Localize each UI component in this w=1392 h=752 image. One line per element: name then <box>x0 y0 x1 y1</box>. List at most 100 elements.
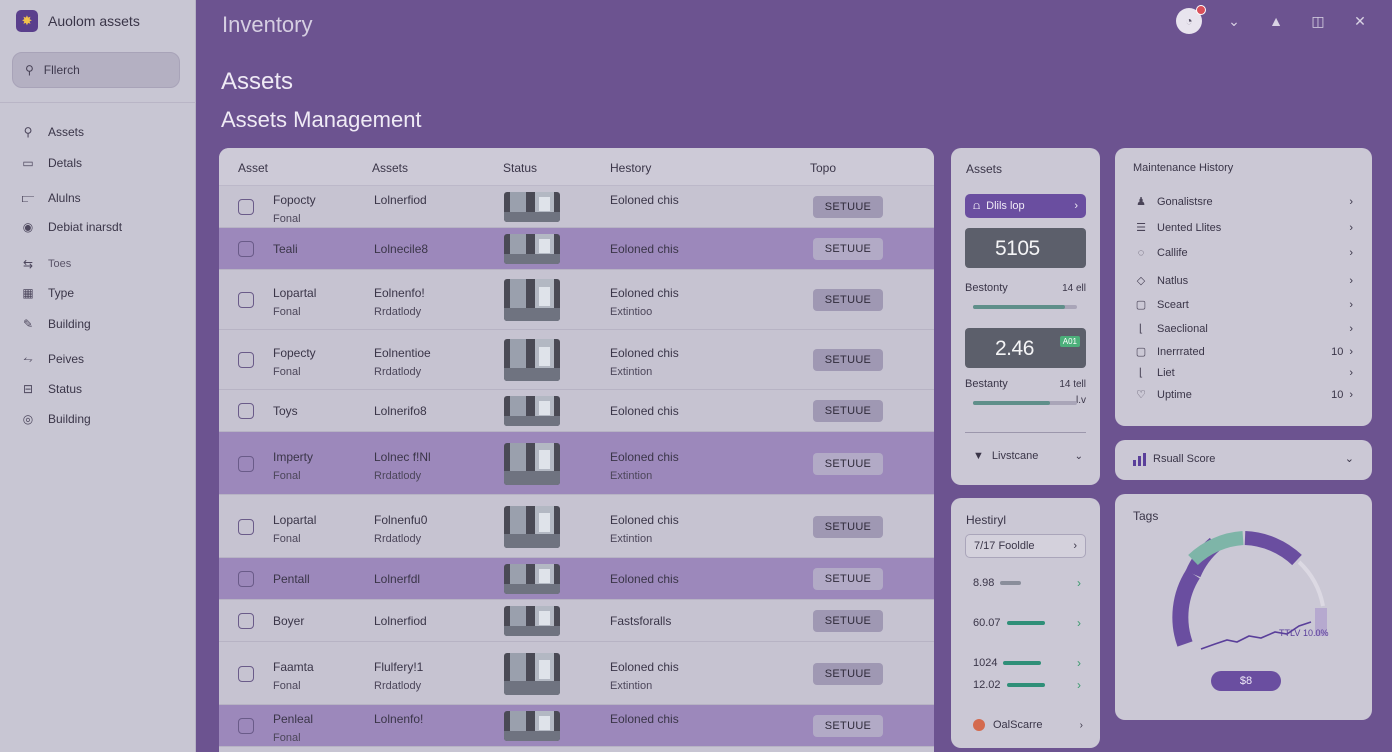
table-row[interactable]: Toys Lolnerifo8 Eoloned chis SETUUE <box>219 390 934 432</box>
window-icon[interactable]: ◫ <box>1308 13 1328 30</box>
link-icon: ⥊ <box>23 351 33 366</box>
setup-button[interactable]: SETUUE <box>813 662 883 685</box>
asset-sub: Fonal <box>273 532 301 545</box>
overall-score-link[interactable]: OalScarre › <box>973 719 1083 731</box>
chevron-down-icon[interactable]: ⌄ <box>1224 13 1244 30</box>
period-select[interactable]: 7/17 Fooldle › <box>965 534 1086 558</box>
setup-button[interactable]: SETUUE <box>813 196 883 218</box>
asset-thumbnail[interactable] <box>504 339 560 381</box>
metric-row[interactable]: 60.07 › <box>973 616 1081 630</box>
table-row[interactable]: Pentall Lolnerfdl Eoloned chis SETUUE <box>219 558 934 600</box>
row-checkbox[interactable] <box>238 241 254 257</box>
sidebar-item-building-2[interactable]: ◎ Building <box>20 409 91 429</box>
setup-button[interactable]: SETUUE <box>813 715 883 737</box>
row-checkbox[interactable] <box>238 455 254 472</box>
sidebar-item-details[interactable]: ▭ Detals <box>20 153 82 173</box>
gauge-value-pill[interactable]: $8 <box>1211 671 1281 691</box>
column-header[interactable]: Topo <box>810 161 836 175</box>
setup-button[interactable]: SETUUE <box>813 349 883 371</box>
maintenance-item[interactable]: ☰ Uented Llites › <box>1135 221 1353 235</box>
sidebar-item-peives[interactable]: ⥊ Peives <box>20 349 84 369</box>
column-header[interactable]: Status <box>503 161 537 175</box>
sidebar-item-type[interactable]: ▦ Type <box>20 283 74 303</box>
asset-thumbnail[interactable] <box>504 564 560 594</box>
table-row[interactable]: Fopocty Fonal Lolnerfiod Eoloned chis SETUUE <box>219 186 934 228</box>
home-icon[interactable]: ▲ <box>1266 13 1286 29</box>
column-header[interactable]: Hestory <box>610 161 651 175</box>
person-icon: ♟ <box>1136 196 1146 208</box>
table-row[interactable]: Lopartal Fonal Folnenfu0 Rrdatlody Eoloned c… <box>219 495 934 558</box>
bars-icon: ⫍ <box>21 190 35 205</box>
sidebar-item-alulns[interactable]: ⫍ Alulns <box>20 188 81 208</box>
table-row[interactable]: Teali Lolnecile8 Eoloned chis SETUUE <box>219 228 934 270</box>
metric-value: 8.98 <box>973 577 995 589</box>
row-checkbox[interactable] <box>238 518 254 535</box>
gauge-arc-violet <box>1244 531 1302 566</box>
column-header[interactable]: Assets <box>372 161 408 175</box>
table-row[interactable]: Boyer Lolnerfiod Fastsforalls SETUUE <box>219 600 934 642</box>
row-checkbox[interactable] <box>238 613 254 629</box>
asset-name: Pentall <box>273 572 310 586</box>
maintenance-item[interactable]: ◇ Natlus › <box>1135 274 1353 288</box>
metric-row[interactable]: 1024 › <box>973 656 1081 670</box>
row-checkbox[interactable] <box>238 199 254 215</box>
maintenance-item[interactable]: ♟ Gonalistsre › <box>1135 195 1353 209</box>
chevron-right-icon: › <box>1349 274 1353 287</box>
metric-row[interactable]: 8.98 › <box>973 576 1081 590</box>
maintenance-item[interactable]: ⌊ Liet › <box>1135 366 1353 380</box>
stat-right: 14 ell <box>1062 283 1086 294</box>
stat-value: 5105 <box>995 237 1040 260</box>
row-checkbox[interactable] <box>238 571 254 587</box>
row-checkbox[interactable] <box>238 665 254 682</box>
maintenance-item[interactable]: ▢ Sceart › <box>1135 298 1353 312</box>
asset-thumbnail[interactable] <box>504 711 560 741</box>
sidebar-item-status[interactable]: ⊟ Status <box>20 379 82 399</box>
sidebar-item-debiat[interactable]: ◉ Debiat inarsdt <box>20 217 122 237</box>
assets-cell: Folnenfu0 Rrdatlody <box>374 513 427 545</box>
table-row[interactable]: Lopartal Fonal Eolnenfo! Rrdatlody Eoloned c… <box>219 270 934 330</box>
maintenance-item[interactable]: ▢ Inerrrated 10 › <box>1135 345 1353 359</box>
avatar[interactable]: ◔ <box>1176 5 1206 34</box>
asset-thumbnail[interactable] <box>504 396 560 426</box>
row-checkbox[interactable] <box>238 352 254 368</box>
table-row[interactable]: Penleal Fonal Lolnenfo! Eoloned chis SETUUE <box>219 705 934 747</box>
brand[interactable]: ✸ Auolom assets <box>16 10 140 32</box>
setup-button[interactable]: SETUUE <box>813 238 883 260</box>
metric-row[interactable]: 12.02 › <box>973 678 1081 692</box>
asset-thumbnail[interactable] <box>504 279 560 321</box>
asset-thumbnail[interactable] <box>504 442 560 485</box>
maintenance-item[interactable]: ◌ Callife › <box>1135 247 1353 259</box>
row-checkbox[interactable] <box>238 292 254 308</box>
row-checkbox[interactable] <box>238 403 254 419</box>
asset-thumbnail[interactable] <box>504 192 560 222</box>
table-row[interactable]: Faamta Fonal Flulfery!1 Rrdatlody Eoloned ch… <box>219 642 934 705</box>
setup-button[interactable]: SETUUE <box>813 568 883 590</box>
setup-button[interactable]: SETUUE <box>813 610 883 632</box>
asset-name: Fopecty <box>273 346 316 360</box>
livescore-dropdown[interactable]: ▼ Livstcane ⌄ <box>973 450 1083 462</box>
table-row[interactable]: Imperty Fonal Lolnec f!Nl Rrdatlody Eoloned … <box>219 432 934 495</box>
asset-thumbnail[interactable] <box>504 652 560 695</box>
overall-score-dropdown[interactable]: Rsuall Score ⌄ <box>1115 440 1372 480</box>
search-input[interactable]: ⚲ Fllerch <box>12 52 180 88</box>
close-icon[interactable]: ✕ <box>1350 13 1370 30</box>
sidebar-item-assets[interactable]: ⚲ Assets <box>20 122 84 142</box>
setup-button[interactable]: SETUUE <box>813 515 883 538</box>
metric-bar <box>1000 581 1022 585</box>
asset-thumbnail[interactable] <box>504 234 560 264</box>
row-checkbox[interactable] <box>238 718 254 734</box>
setup-button[interactable]: SETUUE <box>813 452 883 475</box>
filter-pill[interactable]: ⩍ Dlils lop › <box>965 194 1086 218</box>
sidebar-item-toes[interactable]: ⇆ Toes <box>20 254 71 274</box>
maintenance-item[interactable]: ⌊ Saeclional › <box>1135 322 1353 336</box>
setup-button[interactable]: SETUUE <box>813 400 883 422</box>
asset-thumbnail[interactable] <box>504 606 560 636</box>
table-row[interactable]: Fopecty Fonal Eolnentioe Rrdatlody Eoloned c… <box>219 330 934 390</box>
asset-thumbnail[interactable] <box>504 505 560 548</box>
sidebar-item-building[interactable]: ✎ Building <box>20 314 91 334</box>
corner-icon: ⌊ <box>1138 367 1144 379</box>
maintenance-item[interactable]: ♡ Uptime 10 › <box>1135 388 1353 402</box>
asset-cell: Lopartal Fonal <box>273 513 316 545</box>
column-header[interactable]: Asset <box>238 161 268 175</box>
setup-button[interactable]: SETUUE <box>813 289 883 311</box>
